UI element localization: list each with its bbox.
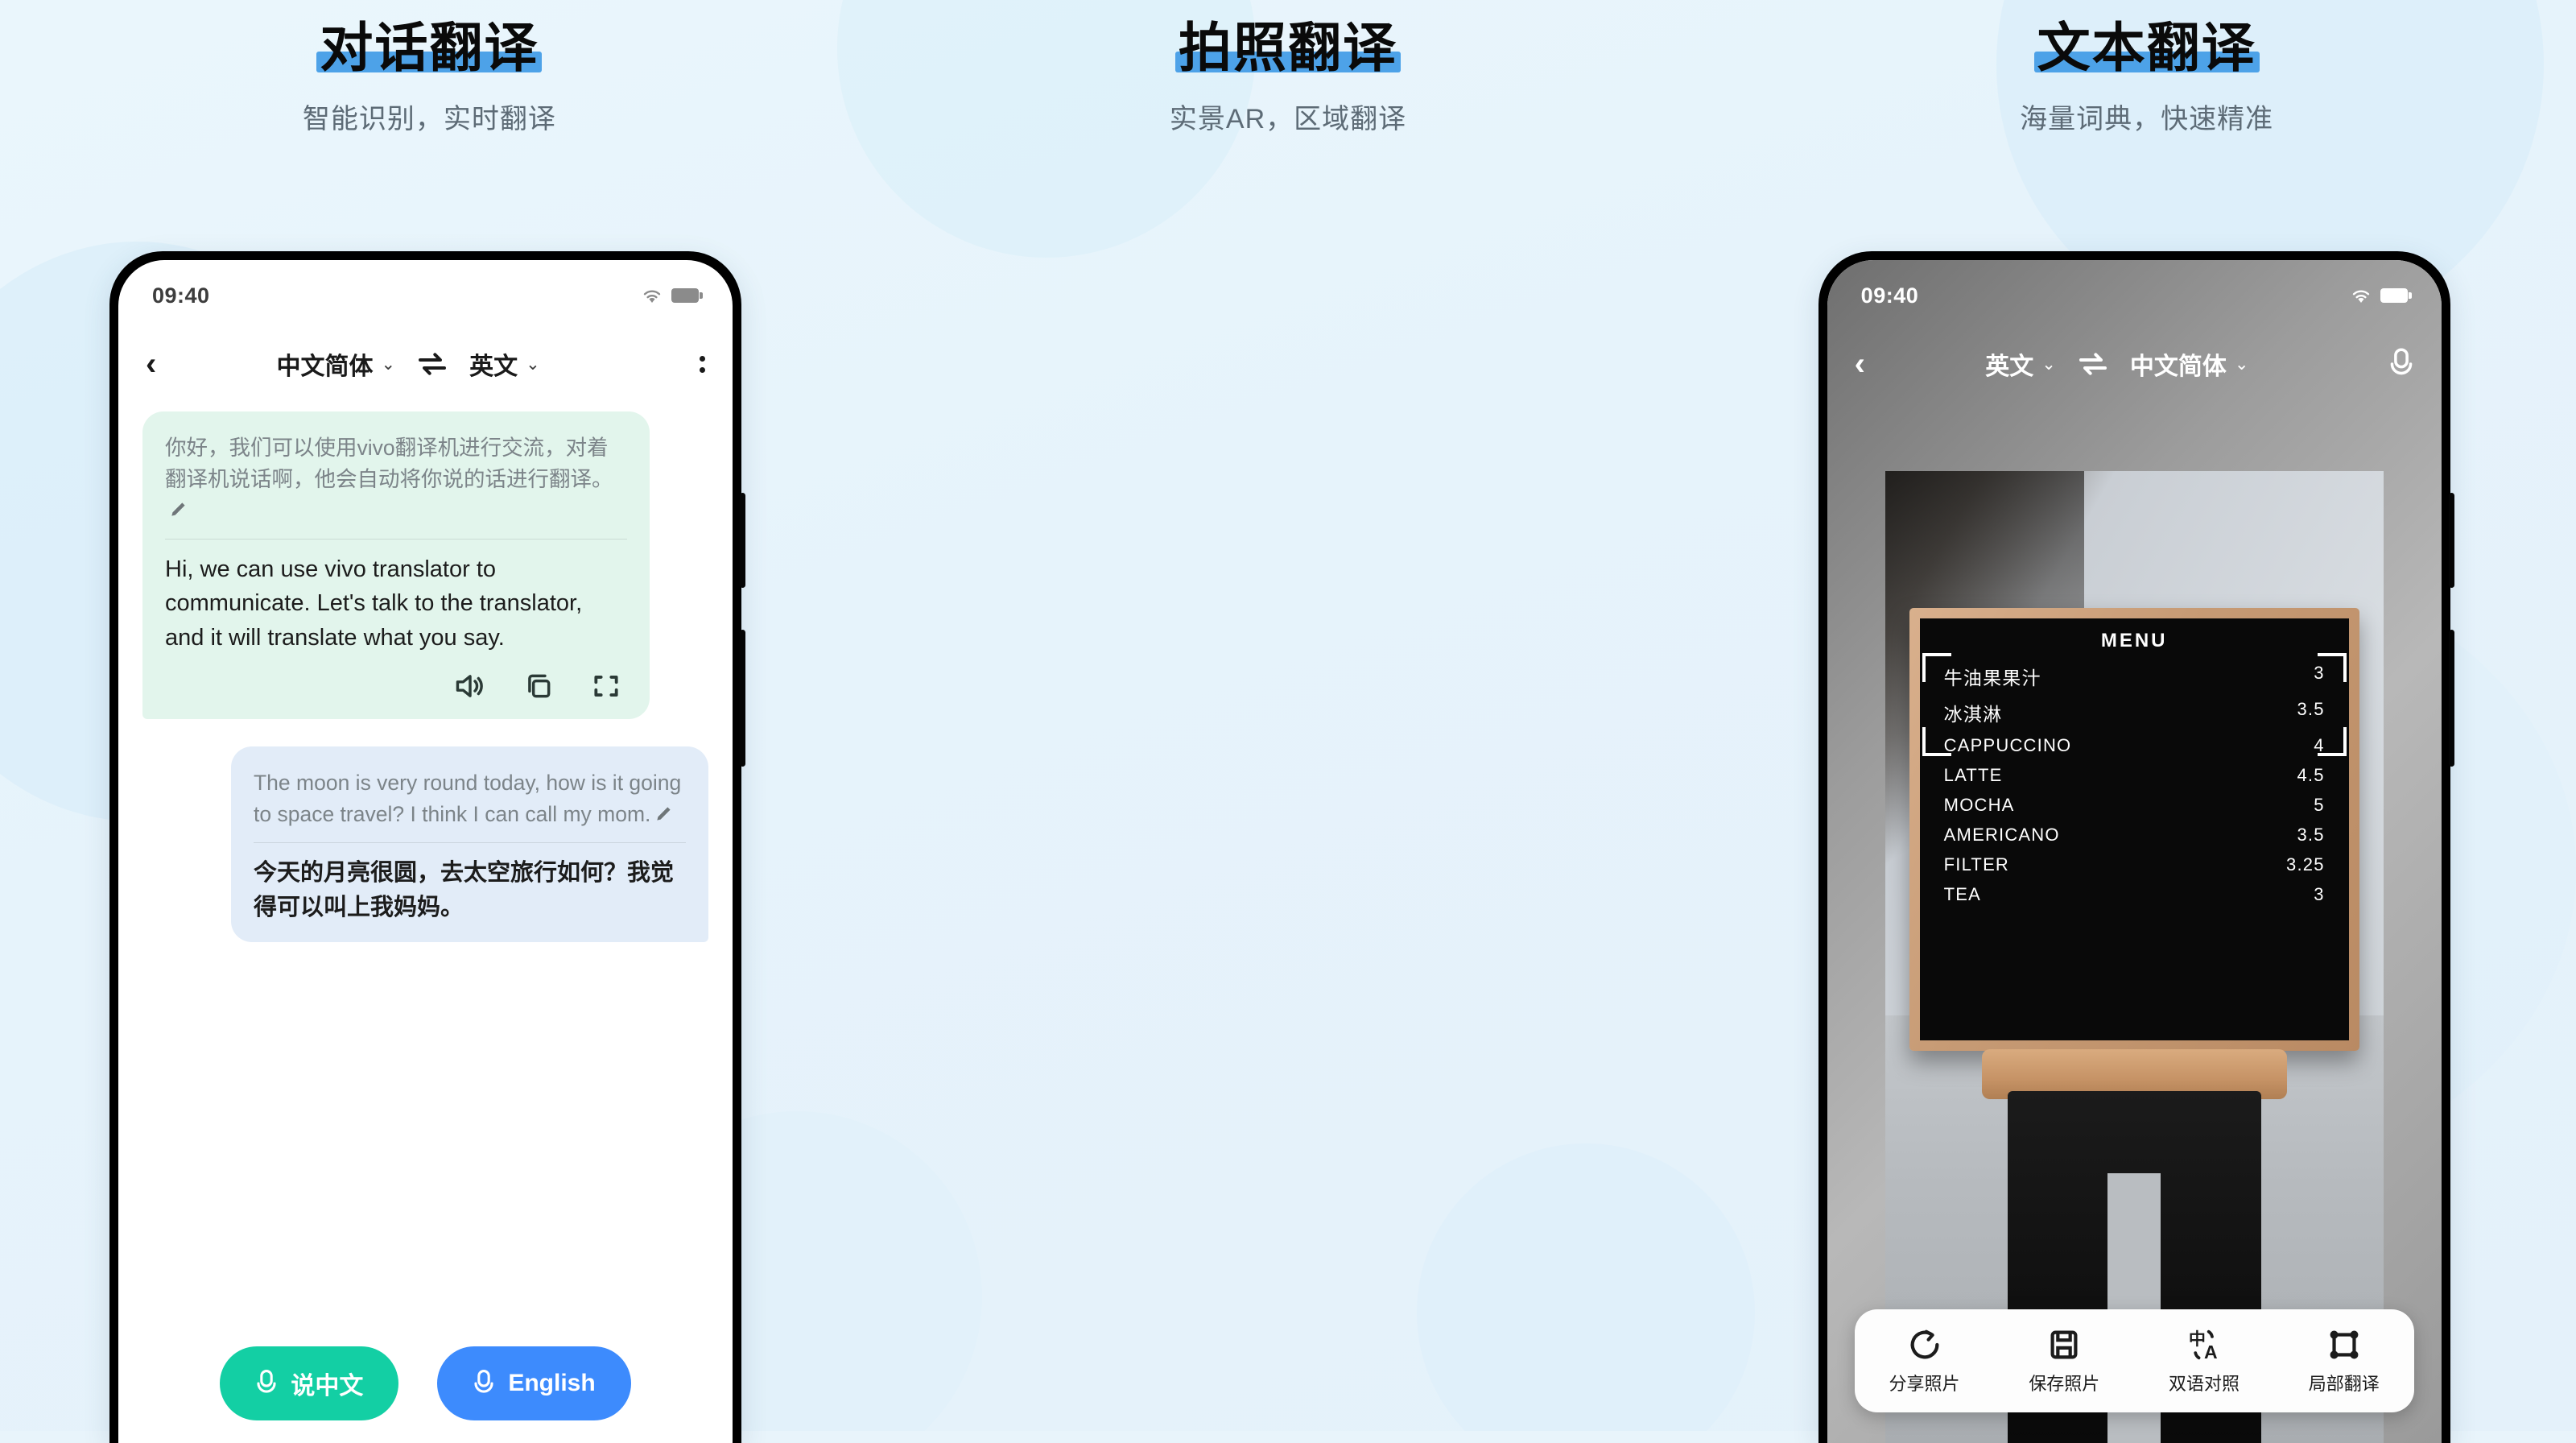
- edit-pencil-icon[interactable]: [654, 803, 675, 824]
- swap-languages-icon[interactable]: [416, 350, 448, 378]
- edit-pencil-icon[interactable]: [168, 498, 189, 519]
- status-time: 09:40: [152, 283, 210, 308]
- more-options-button[interactable]: [660, 355, 705, 373]
- source-language-selector[interactable]: 中文简体 ⌄: [277, 346, 396, 382]
- phone-screen: 09:40 ‹ 中文简体 ⌄ 英文 ⌄ 你好，我们可以使用vivo翻译机进行交流…: [118, 260, 733, 1443]
- nav-bar: ‹ 中文简体 ⌄ 英文 ⌄: [118, 320, 733, 408]
- panel-header: 对话翻译 智能识别，实时翻译: [0, 18, 859, 136]
- panel-photo-translation: 拍照翻译 实景AR，区域翻译 MENU 牛油果果汁 3 冰淇淋 3.5 CAPP…: [859, 0, 2454, 1443]
- chat-bubble-blue[interactable]: The moon is very round today, how is it …: [231, 746, 708, 943]
- bubble-target-text: Hi, we can use vivo translator to commun…: [165, 556, 583, 651]
- wifi-icon: [643, 290, 661, 303]
- bubble-divider: [165, 539, 627, 540]
- panel-header: 文本翻译 海量词典，快速精准: [1717, 18, 2576, 136]
- bubble-source-text: The moon is very round today, how is it …: [254, 771, 682, 826]
- battery-icon: [671, 288, 703, 303]
- bubble-target-text: 今天的月亮很圆，去太空旅行如何？我觉得可以叫上我妈妈。: [254, 860, 675, 920]
- bubble-actions: [165, 671, 627, 701]
- speak-buttons-bar: 说中文 English: [118, 1346, 733, 1420]
- fullscreen-icon[interactable]: [590, 671, 622, 701]
- target-language-label: 英文: [469, 354, 518, 380]
- panel-conversation-translation: 对话翻译 智能识别，实时翻译 09:40 ‹ 中文简体 ⌄ 英文 ⌄ 你好，我们…: [0, 0, 859, 1443]
- page-subtitle: 实景AR，区域翻译: [1169, 103, 1407, 134]
- page-title: 拍照翻译: [1179, 18, 1397, 77]
- panels-container: 对话翻译 智能识别，实时翻译 09:40 ‹ 中文简体 ⌄ 英文 ⌄ 你好，我们…: [0, 0, 2576, 1443]
- speak-chinese-button[interactable]: 说中文: [220, 1346, 399, 1420]
- page-subtitle: 智能识别，实时翻译: [302, 103, 556, 134]
- copy-icon[interactable]: [522, 671, 555, 701]
- source-language-label: 中文简体: [276, 354, 374, 380]
- chevron-down-icon: ⌄: [381, 354, 396, 374]
- volume-button[interactable]: [740, 630, 745, 767]
- phone-mockup: 09:40 ‹ 中文简体 ⌄ 英文 ⌄ 你好，我们可以使用vivo翻译机进行交流…: [109, 251, 745, 1443]
- page-title: 对话翻译: [320, 18, 539, 77]
- speak-english-label: English: [508, 1370, 596, 1396]
- page-title: 文本翻译: [2037, 18, 2256, 77]
- chat-bubble-green[interactable]: 你好，我们可以使用vivo翻译机进行交流，对着翻译机说话啊，他会自动将你说的话进…: [142, 411, 650, 720]
- chat-list: 你好，我们可以使用vivo翻译机进行交流，对着翻译机说话啊，他会自动将你说的话进…: [118, 408, 733, 943]
- back-button[interactable]: ‹: [146, 348, 156, 380]
- speak-chinese-label: 说中文: [291, 1373, 364, 1400]
- panel-header: 拍照翻译 实景AR，区域翻译: [859, 18, 1718, 136]
- speak-english-button[interactable]: English: [437, 1346, 631, 1420]
- language-selector-group: 中文简体 ⌄ 英文 ⌄: [156, 346, 660, 382]
- status-bar: 09:40: [118, 260, 733, 320]
- page-subtitle: 海量词典，快速精准: [2020, 103, 2274, 134]
- power-button[interactable]: [740, 493, 745, 588]
- microphone-icon: [257, 1370, 276, 1393]
- more-vertical-icon: [700, 355, 705, 373]
- status-icons: [640, 286, 703, 305]
- panel-text-translation: 文本翻译 海量词典，快速精准 09:40: [1717, 0, 2576, 1431]
- microphone-icon: [474, 1370, 493, 1393]
- speaker-icon[interactable]: [453, 671, 487, 701]
- chevron-down-icon: ⌄: [526, 354, 540, 374]
- bubble-source-text: 你好，我们可以使用vivo翻译机进行交流，对着翻译机说话啊，他会自动将你说的话进…: [165, 432, 627, 526]
- target-language-selector[interactable]: 英文 ⌄: [469, 346, 540, 382]
- bubble-divider: [254, 842, 686, 844]
